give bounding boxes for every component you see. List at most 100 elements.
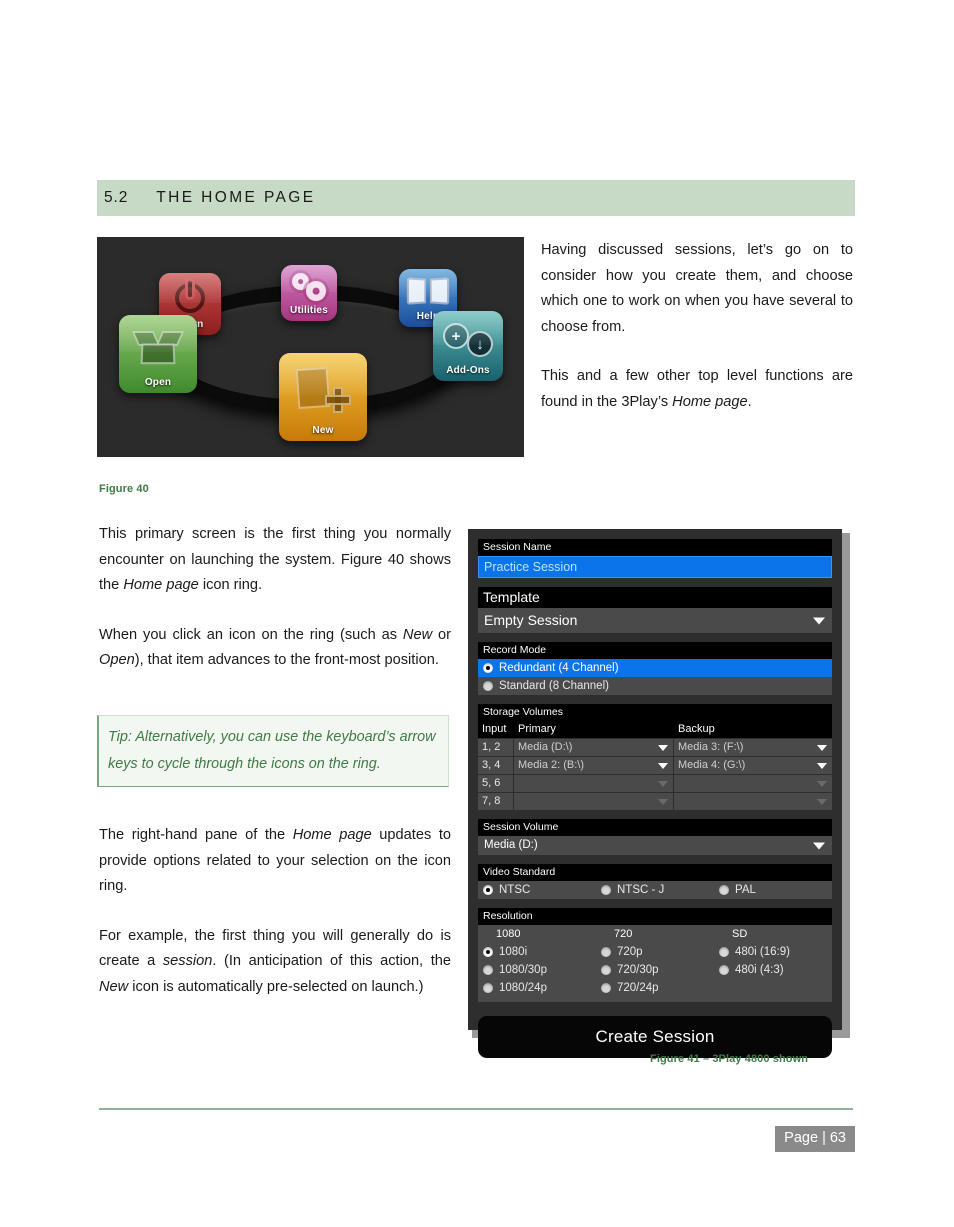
text-emphasis: Home page: [123, 577, 199, 594]
text-emphasis: session: [162, 953, 213, 970]
chevron-down-icon: [813, 842, 825, 849]
radio-icon: [483, 965, 493, 975]
template-dropdown[interactable]: Empty Session: [478, 608, 832, 633]
resolution-column-sd: 480i (16:9) 480i (4:3): [714, 943, 832, 997]
record-mode-label: Standard (8 Channel): [499, 680, 609, 692]
resolution-options: 1080 720 SD 1080i 1080/30p 1080/24p 720p…: [478, 925, 832, 1002]
open-icon[interactable]: Open: [119, 315, 197, 393]
record-mode-option-redundant[interactable]: Redundant (4 Channel): [478, 659, 832, 677]
backup-volume-dropdown[interactable]: [674, 775, 832, 792]
storage-volumes-group: Storage Volumes Input Primary Backup 1, …: [478, 704, 832, 810]
backup-volume-dropdown[interactable]: Media 4: (G:\): [674, 757, 832, 774]
backup-volume-dropdown[interactable]: Media 3: (F:\): [674, 739, 832, 756]
radio-icon: [719, 965, 729, 975]
text-fragment: .: [747, 393, 752, 410]
video-standard-option-pal[interactable]: PAL: [714, 881, 832, 899]
chevron-down-icon: [658, 762, 668, 769]
template-group: Template Empty Session: [478, 587, 832, 633]
row-input-label: 5, 6: [478, 775, 514, 792]
section-number: 5.2: [104, 189, 129, 206]
video-standard-group: Video Standard NTSC NTSC - J PAL: [478, 864, 832, 899]
radio-icon: [483, 983, 493, 993]
utilities-icon[interactable]: Utilities: [281, 265, 337, 321]
resolution-header: Resolution: [478, 908, 832, 925]
resolution-label: 720/24p: [617, 982, 659, 994]
resolution-label: 1080i: [499, 946, 528, 958]
resolution-label: 1080/24p: [499, 982, 547, 994]
chevron-down-icon: [658, 780, 668, 787]
video-standard-label: NTSC - J: [617, 884, 665, 896]
text-emphasis: Home page: [672, 393, 748, 410]
plus-download-icon: + ↓: [433, 317, 503, 363]
text-emphasis: New: [99, 978, 129, 995]
chevron-down-icon: [658, 744, 668, 751]
resolution-option-720-30p[interactable]: 720/30p: [596, 961, 714, 979]
resolution-label: 1080/30p: [499, 964, 547, 976]
session-volume-dropdown[interactable]: Media (D:): [478, 836, 832, 855]
backup-volume-value: Media 4: (G:\): [678, 759, 746, 771]
chevron-down-icon: [817, 744, 827, 751]
primary-volume-dropdown[interactable]: Media (D:\): [514, 739, 674, 756]
row-input-label: 1, 2: [478, 739, 514, 756]
primary-volume-dropdown[interactable]: [514, 793, 674, 810]
text-fragment: or: [432, 626, 451, 643]
record-mode-option-standard[interactable]: Standard (8 Channel): [478, 677, 832, 695]
paragraph-right-hand-pane: The right-hand pane of the Home page upd…: [99, 823, 451, 900]
radio-icon: [483, 663, 493, 673]
section-heading-band: 5.2 THE HOME PAGE: [97, 180, 855, 216]
utilities-icon-label: Utilities: [290, 305, 328, 316]
text-fragment: When you click an icon on the ring (such…: [99, 626, 403, 643]
power-icon: [159, 279, 221, 317]
radio-icon: [483, 885, 493, 895]
resolution-option-1080i[interactable]: 1080i: [478, 943, 596, 961]
session-name-input[interactable]: Practice Session: [478, 556, 832, 578]
record-mode-header: Record Mode: [478, 642, 832, 659]
resolution-option-720p[interactable]: 720p: [596, 943, 714, 961]
resolution-group-title-1080: 1080: [496, 928, 521, 940]
resolution-option-1080-30p[interactable]: 1080/30p: [478, 961, 596, 979]
page-number-badge: Page | 63: [775, 1126, 855, 1152]
radio-icon: [483, 947, 493, 957]
storage-volumes-table: Input Primary Backup 1, 2 Media (D:\) Me…: [478, 721, 832, 810]
session-setup-panel: Session Name Practice Session Template E…: [468, 529, 842, 1058]
resolution-option-480i-169[interactable]: 480i (16:9): [714, 943, 832, 961]
radio-icon: [601, 965, 611, 975]
resolution-group-title-sd: SD: [732, 928, 748, 940]
video-standard-label: PAL: [735, 884, 756, 896]
resolution-option-720-24p[interactable]: 720/24p: [596, 979, 714, 997]
primary-volume-dropdown[interactable]: [514, 775, 674, 792]
box-icon: [119, 321, 197, 375]
primary-volume-dropdown[interactable]: Media 2: (B:\): [514, 757, 674, 774]
book-icon: [399, 275, 457, 309]
figure-40-image: down Utilities Help Open +↓: [97, 237, 524, 457]
new-icon[interactable]: New: [279, 353, 367, 441]
resolution-option-480i-43[interactable]: 480i (4:3): [714, 961, 832, 979]
video-standard-option-ntsc-j[interactable]: NTSC - J: [596, 881, 714, 899]
radio-icon: [601, 983, 611, 993]
new-icon-label: New: [312, 425, 334, 436]
backup-volume-dropdown[interactable]: [674, 793, 832, 810]
figure-40-caption: Figure 40: [99, 483, 149, 495]
chevron-down-icon: [817, 762, 827, 769]
text-emphasis: Open: [99, 652, 135, 669]
create-session-button[interactable]: Create Session: [478, 1016, 832, 1058]
resolution-radio-columns: 1080i 1080/30p 1080/24p 720p 720/30p 720…: [478, 943, 832, 997]
session-name-group: Session Name Practice Session: [478, 539, 832, 578]
table-row: 1, 2 Media (D:\) Media 3: (F:\): [478, 738, 832, 756]
column-header-primary: Primary: [518, 723, 556, 735]
video-standard-label: NTSC: [499, 884, 531, 896]
text-emphasis: New: [402, 626, 433, 643]
text-fragment: icon ring.: [198, 577, 263, 594]
video-standard-option-ntsc[interactable]: NTSC: [478, 881, 596, 899]
storage-volumes-header: Storage Volumes: [478, 704, 832, 721]
radio-icon: [601, 885, 611, 895]
addons-icon[interactable]: + ↓ Add-Ons: [433, 311, 503, 381]
resolution-column-720: 720p 720/30p 720/24p: [596, 943, 714, 997]
body-paragraphs-lower: The right-hand pane of the Home page upd…: [99, 823, 451, 1001]
chevron-down-icon: [658, 798, 668, 805]
primary-volume-value: Media (D:\): [518, 741, 573, 753]
resolution-group-title-720: 720: [614, 928, 633, 940]
resolution-column-headers: 1080 720 SD: [478, 925, 832, 943]
resolution-label: 720/30p: [617, 964, 659, 976]
resolution-option-1080-24p[interactable]: 1080/24p: [478, 979, 596, 997]
